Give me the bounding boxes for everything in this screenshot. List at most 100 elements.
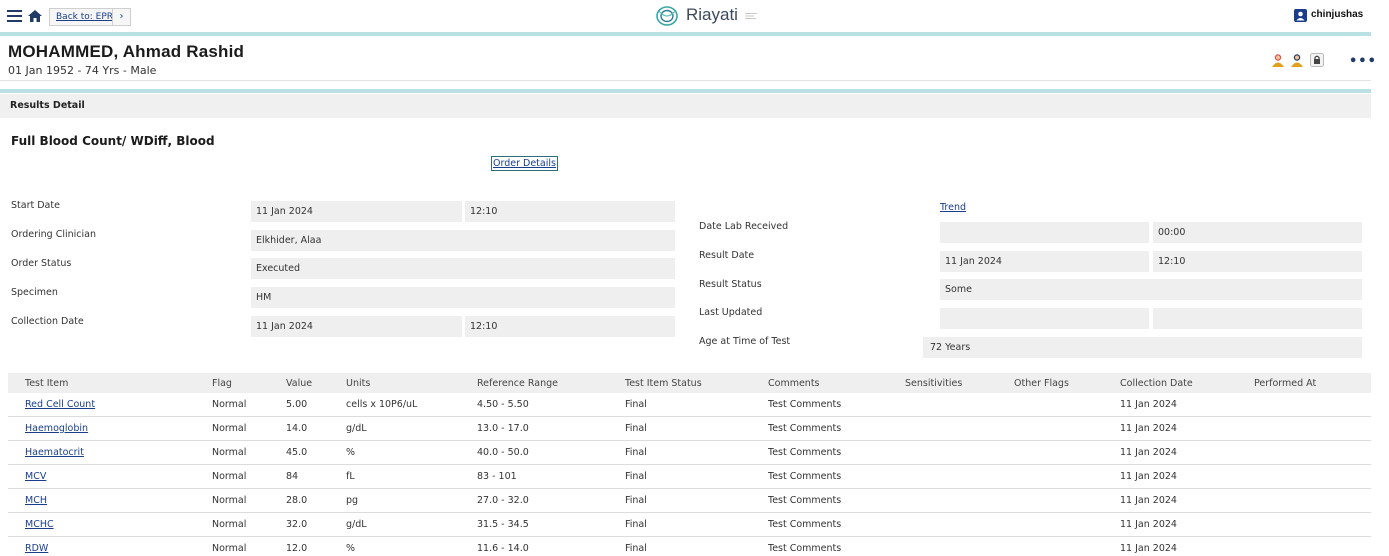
user-icon[interactable] bbox=[1294, 9, 1307, 22]
col-sensitivities[interactable]: Sensitivities bbox=[905, 378, 962, 389]
cell-test-item[interactable]: Haematocrit bbox=[25, 447, 84, 458]
table-row[interactable]: Haematocrit Normal 45.0% 40.0 - 50.0 Final Te… bbox=[8, 441, 1371, 465]
table-row[interactable]: Haemoglobin Normal 14.0 g/dL 13.0 - 17.0 Fina… bbox=[8, 417, 1371, 441]
start-date-field: 11 Jan 2024 bbox=[251, 201, 462, 222]
last-updated-time-field bbox=[1153, 308, 1362, 329]
user-name[interactable]: chinjushas bbox=[1311, 9, 1363, 20]
order-status-label: Order Status bbox=[11, 258, 72, 269]
cell-flag: Normal bbox=[212, 471, 247, 482]
cell-units: cells x 10P6/uL bbox=[346, 399, 418, 410]
order-status-field: Executed bbox=[251, 258, 675, 279]
last-updated-label: Last Updated bbox=[699, 307, 763, 318]
brand-tagline bbox=[745, 13, 757, 19]
col-flag[interactable]: Flag bbox=[212, 378, 232, 389]
more-options-button[interactable]: ••• bbox=[1349, 54, 1377, 69]
cell-value: 14.0 bbox=[286, 423, 308, 434]
cell-test-item[interactable]: Haemoglobin bbox=[25, 423, 88, 434]
result-date-label: Result Date bbox=[699, 250, 755, 261]
cell-flag: Normal bbox=[212, 495, 247, 506]
cell-test-item[interactable]: MCHC bbox=[25, 519, 54, 530]
cell-status: Final bbox=[625, 543, 647, 554]
cell-reference-range: 27.0 - 32.0 bbox=[477, 495, 529, 506]
cell-value: 32.0 bbox=[286, 519, 308, 530]
result-date-field: 11 Jan 2024 bbox=[940, 251, 1149, 272]
specimen-field: HM bbox=[251, 287, 675, 308]
table-row[interactable]: Red Cell Count Normal 5.00 cells x 10P6/uL 4… bbox=[8, 393, 1371, 417]
banner-separator bbox=[0, 80, 1371, 81]
result-status-field: Some bbox=[940, 279, 1362, 300]
col-test-item[interactable]: Test Item bbox=[25, 378, 68, 389]
cell-value: 28.0 bbox=[286, 495, 308, 506]
ordering-clinician-field: Elkhider, Alaa bbox=[251, 230, 675, 251]
order-details-link[interactable]: Order Details bbox=[491, 156, 558, 171]
cell-collection-date: 11 Jan 2024 bbox=[1120, 471, 1177, 482]
cell-units: g/dL bbox=[346, 423, 367, 434]
brand-name: Riayati bbox=[686, 5, 738, 24]
col-comments[interactable]: Comments bbox=[768, 378, 820, 389]
cell-comments: Test Comments bbox=[768, 447, 842, 458]
cell-collection-date: 11 Jan 2024 bbox=[1120, 543, 1177, 554]
cell-comments: Test Comments bbox=[768, 471, 842, 482]
cell-test-item[interactable]: MCV bbox=[25, 471, 46, 482]
home-icon[interactable] bbox=[27, 9, 43, 23]
collection-time-field: 12:10 bbox=[465, 316, 675, 337]
cell-status: Final bbox=[625, 519, 647, 530]
cell-reference-range: 40.0 - 50.0 bbox=[477, 447, 529, 458]
table-row[interactable]: MCHC Normal 32.0 g/dL 31.5 - 34.5 Final Test C… bbox=[8, 513, 1371, 537]
clinician-icon[interactable] bbox=[1270, 52, 1286, 68]
col-reference-range[interactable]: Reference Range bbox=[477, 378, 558, 389]
cell-reference-range: 4.50 - 5.50 bbox=[477, 399, 529, 410]
table-row[interactable]: MCV Normal 84 fL 83 - 101 Final Test Comments 1… bbox=[8, 465, 1371, 489]
date-lab-received-field bbox=[940, 222, 1149, 243]
start-time-field: 12:10 bbox=[465, 201, 675, 222]
cell-units: % bbox=[346, 543, 356, 554]
cell-collection-date: 11 Jan 2024 bbox=[1120, 423, 1177, 434]
cell-reference-range: 13.0 - 17.0 bbox=[477, 423, 529, 434]
table-row[interactable]: RDW Normal 12.0% 11.6 - 14.0 Final Test Comme… bbox=[8, 537, 1371, 556]
cell-comments: Test Comments bbox=[768, 543, 842, 554]
hamburger-icon[interactable] bbox=[7, 10, 22, 23]
col-other-flags[interactable]: Other Flags bbox=[1014, 378, 1069, 389]
collection-date-field: 11 Jan 2024 bbox=[251, 316, 462, 337]
clinician-alt-icon[interactable] bbox=[1289, 52, 1305, 68]
start-date-label: Start Date bbox=[11, 200, 60, 211]
col-collection-date[interactable]: Collection Date bbox=[1120, 378, 1193, 389]
cell-value: 5.00 bbox=[286, 399, 308, 410]
cell-status: Final bbox=[625, 495, 647, 506]
table-row[interactable]: MCH Normal 28.0 pg 27.0 - 32.0 Final Test Comm… bbox=[8, 489, 1371, 513]
cell-comments: Test Comments bbox=[768, 519, 842, 530]
trend-link[interactable]: Trend bbox=[940, 202, 966, 213]
date-lab-received-label: Date Lab Received bbox=[699, 221, 789, 232]
back-to-epr-button[interactable]: Back to: EPR bbox=[49, 8, 121, 26]
cell-status: Final bbox=[625, 447, 647, 458]
patient-demographics: 01 Jan 1952 - 74 Yrs - Male bbox=[8, 64, 157, 77]
age-at-test-field: 72 Years bbox=[923, 337, 1362, 358]
col-performed-at[interactable]: Performed At bbox=[1254, 378, 1316, 389]
banner-divider bbox=[0, 89, 1371, 93]
col-test-item-status[interactable]: Test Item Status bbox=[625, 378, 702, 389]
cell-flag: Normal bbox=[212, 543, 247, 554]
cell-units: g/dL bbox=[346, 519, 367, 530]
col-units[interactable]: Units bbox=[346, 378, 370, 389]
cell-flag: Normal bbox=[212, 399, 247, 410]
date-lab-received-time-field: 00:00 bbox=[1153, 222, 1362, 243]
forward-button[interactable]: › bbox=[112, 8, 131, 26]
table-header: Test Item Flag Value Units Reference Ran… bbox=[8, 373, 1371, 393]
cell-test-item[interactable]: RDW bbox=[25, 543, 48, 554]
cell-status: Final bbox=[625, 399, 647, 410]
cell-status: Final bbox=[625, 423, 647, 434]
cell-comments: Test Comments bbox=[768, 423, 842, 434]
cell-test-item[interactable]: Red Cell Count bbox=[25, 399, 95, 410]
specimen-label: Specimen bbox=[11, 287, 58, 298]
patient-name: MOHAMMED, Ahmad Rashid bbox=[8, 42, 245, 61]
cell-units: % bbox=[346, 447, 356, 458]
lock-icon[interactable] bbox=[1309, 52, 1325, 68]
cell-test-item[interactable]: MCH bbox=[25, 495, 47, 506]
cell-comments: Test Comments bbox=[768, 495, 842, 506]
col-value[interactable]: Value bbox=[286, 378, 312, 389]
result-status-label: Result Status bbox=[699, 279, 762, 290]
top-bar: Back to: EPR › Riayati chinjushas bbox=[0, 0, 1389, 32]
cell-units: fL bbox=[346, 471, 355, 482]
cell-collection-date: 11 Jan 2024 bbox=[1120, 519, 1177, 530]
age-at-test-label: Age at Time of Test bbox=[699, 336, 791, 347]
